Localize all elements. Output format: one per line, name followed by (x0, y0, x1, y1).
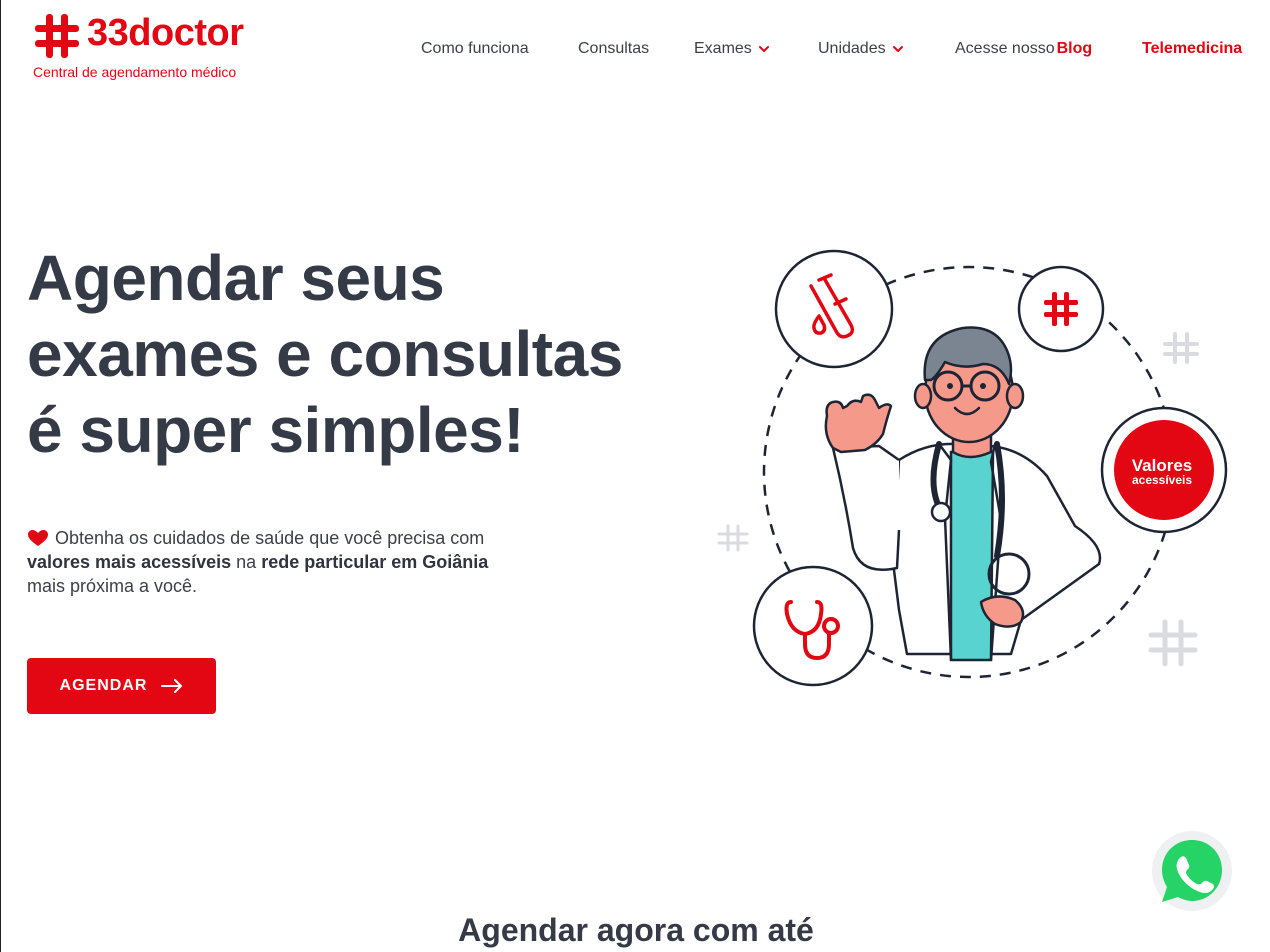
section-title: Agendar agora com até (458, 912, 814, 948)
nav-blog[interactable]: Acesse nosso Blog (955, 38, 1092, 60)
nav-label: Telemedicina (1142, 40, 1243, 57)
main-nav: Como funciona Consultas Exames Unidades … (1, 38, 1270, 62)
whatsapp-icon[interactable] (1151, 830, 1233, 912)
hero-title-line: Agendar seus (27, 242, 445, 314)
heart-icon (28, 530, 48, 546)
chevron-down-icon (758, 46, 769, 52)
desc-bold: rede particular em Goiânia (261, 552, 489, 572)
nav-label: Exames (694, 40, 752, 57)
test-tube-icon (774, 249, 894, 369)
hero-title-line: é super simples! (27, 394, 525, 466)
desc-text: mais próxima a você. (27, 576, 198, 596)
desc-bold: valores mais acessíveis (27, 552, 232, 572)
nav-exams[interactable]: Exames (694, 38, 770, 60)
decorative-cross-icon (1163, 332, 1199, 364)
medical-cross-icon (1017, 265, 1105, 353)
nav-blog-accent: Blog (1056, 40, 1093, 57)
desc-text: Obtenha os cuidados de saúde que você pr… (55, 528, 485, 548)
doctor-illustration: Valores acessíveis (717, 249, 1228, 687)
desc-text: na (231, 552, 262, 572)
schedule-button[interactable]: AGENDAR (27, 658, 216, 714)
nav-units[interactable]: Unidades (818, 38, 904, 60)
decorative-cross-icon (717, 524, 749, 552)
hero-title: Agendar seus exames e consultas é super … (27, 240, 687, 468)
hero-description: Obtenha os cuidados de saúde que você pr… (27, 526, 497, 598)
hero-title-line: exames e consultas (27, 318, 623, 390)
nav-telemedicine[interactable]: Telemedicina (1142, 38, 1242, 60)
decorative-cross-icon (1148, 619, 1198, 667)
stethoscope-icon (752, 565, 874, 687)
arrow-right-icon (161, 679, 183, 693)
affordable-prices-badge: Valores acessíveis (1100, 406, 1228, 534)
schedule-button-label: AGENDAR (59, 677, 148, 694)
brand-tagline: Central de agendamento médico (33, 64, 237, 80)
nav-label: Unidades (818, 40, 886, 57)
chevron-down-icon (892, 46, 903, 52)
badge-line2: acessíveis (1132, 473, 1192, 487)
nav-label: Como funciona (421, 40, 529, 57)
nav-consultations[interactable]: Consultas (578, 38, 649, 60)
nav-blog-prefix: Acesse nosso (955, 40, 1055, 57)
site-header: 33doctor Central de agendamento médico C… (1, 0, 1270, 100)
nav-label: Consultas (578, 40, 650, 57)
nav-how-it-works[interactable]: Como funciona (421, 38, 529, 60)
